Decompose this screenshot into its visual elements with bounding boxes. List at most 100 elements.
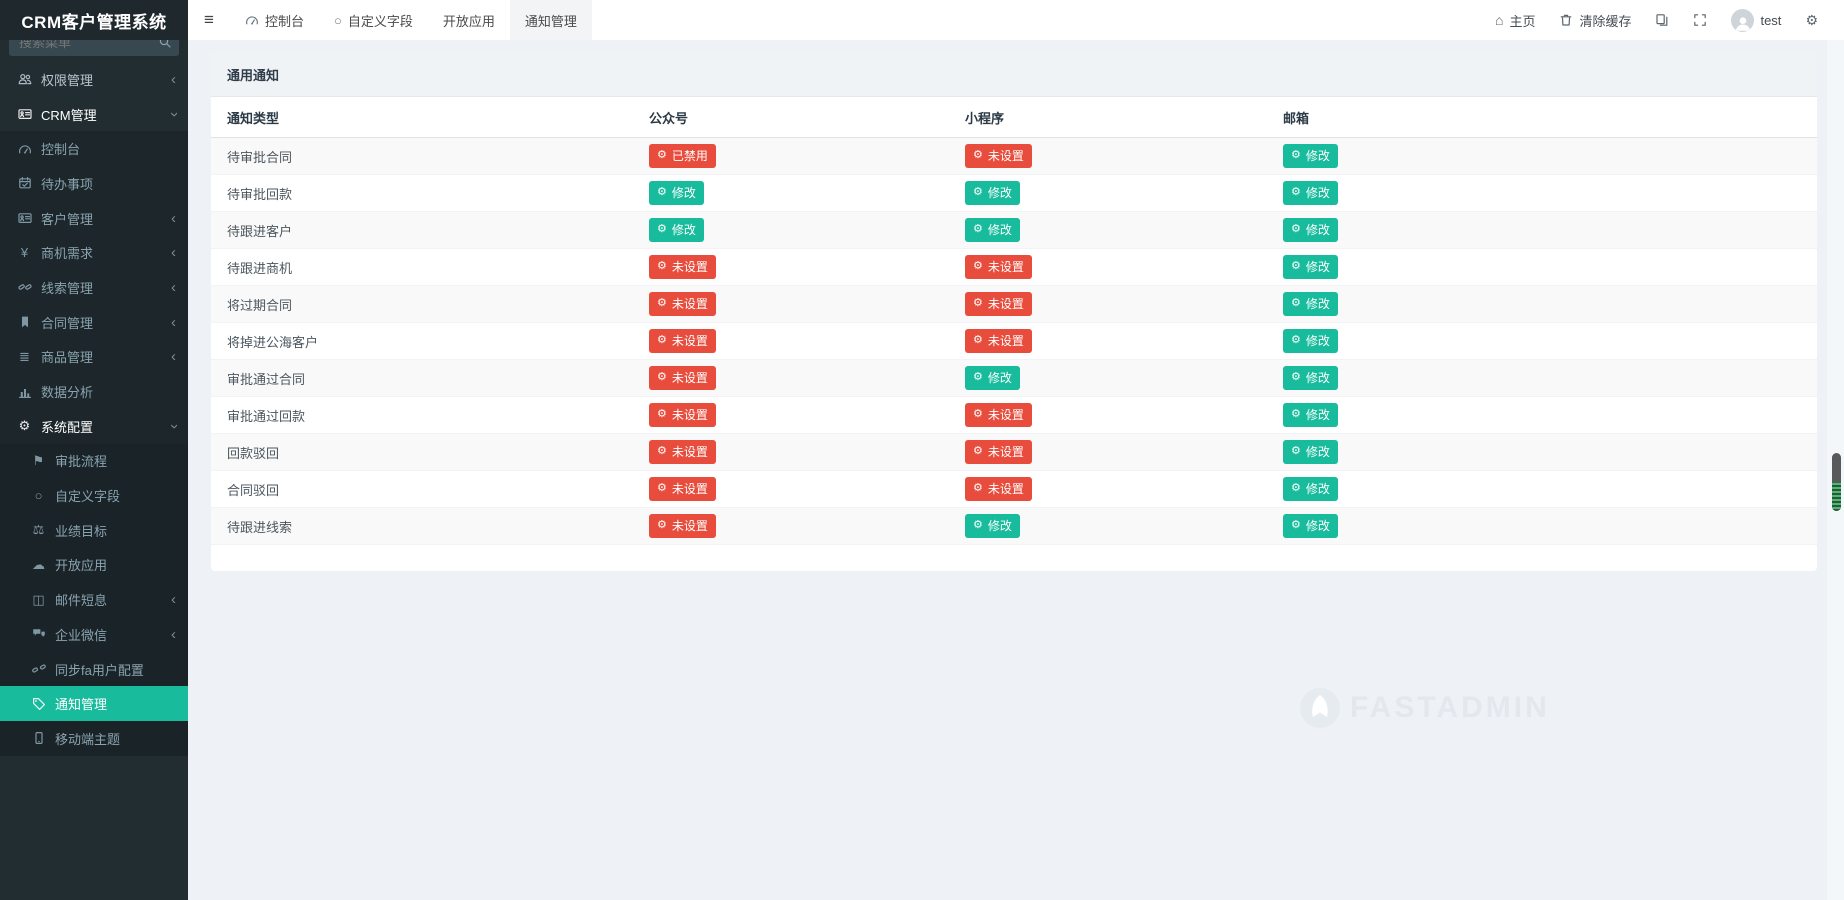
sidebar-item-mobile-theme[interactable]: 移动端主题 [0, 721, 188, 756]
mini-config-button[interactable]: ⚙未设置 [965, 144, 1032, 168]
mp-config-button[interactable]: ⚙修改 [649, 181, 704, 205]
mobile-icon [29, 731, 48, 745]
mini-config-button[interactable]: ⚙修改 [965, 366, 1020, 390]
table-body: 待审批合同⚙已禁用⚙未设置⚙修改待审批回款⚙修改⚙修改⚙修改待跟进客户⚙修改⚙修… [211, 138, 1817, 545]
email-config-button[interactable]: ⚙修改 [1283, 255, 1338, 279]
email-config-button[interactable]: ⚙修改 [1283, 403, 1338, 427]
email-config-button[interactable]: ⚙修改 [1283, 181, 1338, 205]
mp-config-button[interactable]: ⚙未设置 [649, 255, 716, 279]
notification-type-cell: 待跟进商机 [211, 249, 641, 286]
sidebar-item-label: 商机需求 [41, 243, 93, 262]
email-cell: ⚙修改 [1275, 249, 1817, 286]
language-switch-button[interactable] [1643, 0, 1681, 40]
mp-config-button[interactable]: ⚙已禁用 [649, 144, 716, 168]
user-menu[interactable]: test [1719, 0, 1793, 40]
sidebar-item-todo-items[interactable]: 待办事项 [0, 166, 188, 201]
notification-type-cell: 合同驳回 [211, 471, 641, 508]
sidebar-item-open-app[interactable]: ☁开放应用 [0, 548, 188, 583]
mini-config-button[interactable]: ⚙修改 [965, 181, 1020, 205]
cogs-icon: ⚙ [973, 187, 983, 198]
mp-config-button[interactable]: ⚙未设置 [649, 440, 716, 464]
table-header-row: 通知类型公众号小程序邮箱 [211, 97, 1817, 138]
cogs-icon: ⚙ [973, 150, 983, 161]
table-row: 回款驳回 ⚙未设置 ⚙未设置 ⚙修改 [211, 434, 1817, 471]
tab-open-app[interactable]: 开放应用 [428, 0, 510, 40]
mini-config-button[interactable]: ⚙未设置 [965, 329, 1032, 353]
circle-icon: ○ [29, 488, 48, 503]
cogs-icon: ⚙ [1291, 372, 1301, 383]
email-config-button[interactable]: ⚙修改 [1283, 477, 1338, 501]
mini-config-button[interactable]: ⚙未设置 [965, 440, 1032, 464]
chevron-left-icon: ‹ [171, 245, 176, 260]
sidebar-item-auth-management[interactable]: 权限管理‹ [0, 62, 188, 97]
button-label: 修改 [1306, 258, 1330, 275]
sidebar-item-sync-fa-user[interactable]: 同步fa用户配置 [0, 652, 188, 687]
mini-cell: ⚙修改 [957, 212, 1275, 249]
email-cell: ⚙修改 [1275, 508, 1817, 545]
watermark: FASTADMIN [1300, 688, 1550, 728]
sidebar-item-label: 开放应用 [55, 555, 107, 574]
clear-cache-button[interactable]: 清除缓存 [1547, 0, 1643, 40]
home-button[interactable]: ⌂ 主页 [1483, 0, 1547, 40]
menu-search-input[interactable] [19, 40, 153, 50]
mini-config-button[interactable]: ⚙未设置 [965, 403, 1032, 427]
tab-custom-field[interactable]: ○自定义字段 [319, 0, 428, 40]
sidebar-item-custom-field[interactable]: ○自定义字段 [0, 478, 188, 513]
email-cell: ⚙修改 [1275, 323, 1817, 360]
mini-config-button[interactable]: ⚙未设置 [965, 477, 1032, 501]
sidebar-item-system-config[interactable]: ⚙系统配置‹ [0, 409, 188, 444]
mp-cell: ⚙修改 [641, 212, 957, 249]
tab-notify[interactable]: 通知管理 [510, 0, 592, 40]
email-config-button[interactable]: ⚙修改 [1283, 329, 1338, 353]
mini-config-button[interactable]: ⚙修改 [965, 218, 1020, 242]
mp-config-button[interactable]: ⚙未设置 [649, 292, 716, 316]
sidebar-item-data-analysis[interactable]: 数据分析 [0, 374, 188, 409]
sidebar-item-wework[interactable]: 企业微信‹ [0, 617, 188, 652]
mp-config-button[interactable]: ⚙未设置 [649, 329, 716, 353]
sidebar-item-dashboard[interactable]: 控制台 [0, 131, 188, 166]
chain-broken-icon [29, 662, 48, 676]
mini-cell: ⚙修改 [957, 508, 1275, 545]
mp-cell: ⚙未设置 [641, 471, 957, 508]
notification-type-cell: 回款驳回 [211, 434, 641, 471]
mp-config-button[interactable]: ⚙未设置 [649, 514, 716, 538]
mini-cell: ⚙未设置 [957, 471, 1275, 508]
fullscreen-button[interactable] [1681, 0, 1719, 40]
sidebar-item-goods-management[interactable]: ≣商品管理‹ [0, 340, 188, 375]
sidebar-item-mail-sms[interactable]: ◫邮件短息‹ [0, 582, 188, 617]
sidebar-item-label: 待办事项 [41, 174, 93, 193]
hamburger-icon[interactable]: ≡ [188, 0, 230, 40]
sidebar-item-business-demand[interactable]: ¥商机需求‹ [0, 235, 188, 270]
tab-dashboard[interactable]: 控制台 [230, 0, 319, 40]
email-config-button[interactable]: ⚙修改 [1283, 218, 1338, 242]
email-config-button[interactable]: ⚙修改 [1283, 514, 1338, 538]
mp-config-button[interactable]: ⚙未设置 [649, 403, 716, 427]
mp-config-button[interactable]: ⚙未设置 [649, 366, 716, 390]
settings-button[interactable]: ⚙ [1793, 0, 1830, 40]
button-label: 修改 [1306, 332, 1330, 349]
mini-config-button[interactable]: ⚙未设置 [965, 292, 1032, 316]
mp-config-button[interactable]: ⚙未设置 [649, 477, 716, 501]
mini-config-button[interactable]: ⚙修改 [965, 514, 1020, 538]
sidebar-item-approval-flow[interactable]: ⚑审批流程 [0, 444, 188, 479]
table-row: 审批通过合同⚙未设置⚙修改⚙修改 [211, 360, 1817, 397]
cogs-icon: ⚙ [1291, 150, 1301, 161]
sidebar-item-crm-management[interactable]: CRM管理‹ [0, 97, 188, 132]
sidebar-item-notify-management[interactable]: 通知管理 [0, 686, 188, 721]
scrollbar-thumb[interactable] [1832, 453, 1841, 511]
email-config-button[interactable]: ⚙修改 [1283, 440, 1338, 464]
sidebar-item-clue-management[interactable]: 线索管理‹ [0, 270, 188, 305]
email-config-button[interactable]: ⚙修改 [1283, 292, 1338, 316]
email-config-button[interactable]: ⚙修改 [1283, 366, 1338, 390]
sidebar-item-performance-target[interactable]: ⚖业绩目标 [0, 513, 188, 548]
notification-type-cell: 待审批合同 [211, 138, 641, 175]
mp-config-button[interactable]: ⚙修改 [649, 218, 704, 242]
panel-title: 通用通知 [211, 52, 1817, 97]
button-label: 修改 [1306, 221, 1330, 238]
email-config-button[interactable]: ⚙修改 [1283, 144, 1338, 168]
mini-config-button[interactable]: ⚙未设置 [965, 255, 1032, 279]
sidebar-item-contract-management[interactable]: 合同管理‹ [0, 305, 188, 340]
sidebar-item-customer-management[interactable]: 客户管理‹ [0, 201, 188, 236]
cogs-icon: ⚙ [657, 335, 667, 346]
table-row: 审批通过回款⚙未设置⚙未设置⚙修改 [211, 397, 1817, 434]
